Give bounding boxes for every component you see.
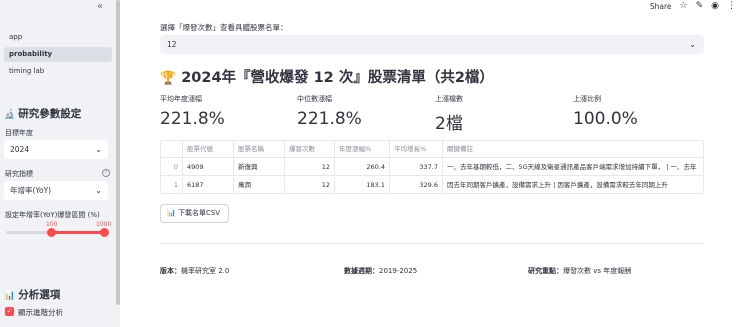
chevron-down-icon: ⌄ [689, 40, 696, 49]
cell-code: 6187 [183, 177, 234, 193]
nav-item-probability[interactable]: probability [4, 47, 112, 62]
settings-heading: 🔬 研究參數設定 [4, 106, 81, 121]
nav-item-app[interactable]: app [4, 30, 112, 45]
cell-note: 因去年同期客戶擴產，設備需求上升 | 因客戶擴產，設備需求較去年同期上升 [447, 181, 668, 189]
cell-index: 1 [161, 177, 183, 193]
top-toolbar: Share ☆ ✎ ◉ ⋮ [650, 0, 736, 12]
count-select-label: 選擇「爆發次數」查看具體股票名單： [160, 23, 288, 32]
metric-label: 平均年度漲幅 [160, 95, 202, 103]
footer-focus-label: 研究重點： [528, 267, 563, 275]
column-header-avg-growth[interactable]: 平均增長% [390, 141, 443, 158]
chevron-down-icon: ⌄ [95, 186, 102, 195]
range-slider-max-handle[interactable] [99, 228, 109, 237]
cell-name: 萬潤 [234, 177, 285, 193]
metric-select-value: 年增率(YoY) [10, 186, 52, 195]
cell-count: 12 [285, 159, 335, 176]
analysis-title: 分析選項 [18, 289, 61, 301]
sidebar-scrollbar[interactable] [116, 0, 120, 305]
footer-period-value: 2019-2025 [379, 267, 418, 275]
nav-item-timing-lab[interactable]: timing lab [4, 64, 112, 79]
metric-value: 221.8% [297, 109, 362, 129]
cell-count: 12 [285, 177, 335, 193]
metric-select[interactable]: 年增率(YoY) ⌄ [4, 181, 108, 200]
count-select-value: 12 [167, 40, 177, 49]
footer-period: 數據週期：2019-2025 [344, 266, 417, 276]
metric-label: 上漲比例 [573, 95, 601, 103]
chevron-down-icon: ⌄ [95, 145, 102, 154]
column-header-code[interactable]: 股票代號 [183, 141, 234, 158]
range-label: 設定年增率(YoY)爆發區間 (%) [5, 211, 100, 219]
microscope-icon: 🔬 [4, 110, 16, 120]
footer-focus: 研究重點：爆發次數 vs 年度報酬 [528, 266, 631, 276]
year-select[interactable]: 2024 ⌄ [4, 140, 108, 159]
advanced-analysis-label: 顯示進階分析 [18, 308, 63, 317]
column-header-note[interactable]: 關鍵備註 [443, 141, 703, 158]
table-row[interactable]: 0 4909 新復興 12 260.4 337.7 一、去年基期較低，二、5G天線及衛星通訊… [161, 159, 703, 176]
cell-note: 一、去年基期較低，二、5G天線及衛星通訊產品客戶端需求增加持續下單， | 一、去… [447, 163, 697, 171]
stock-table[interactable]: 股票代號 股票名稱 爆發次數 年度漲幅% 平均增長% 關鍵備註 0 4909 新復興 12 260.… [160, 140, 704, 194]
download-csv-label: 下載名單CSV [177, 209, 221, 217]
count-select[interactable]: 12 ⌄ [160, 35, 704, 54]
sidebar: « app probability timing lab 🔬 研究參數設定 目標年… [0, 0, 120, 327]
metric-value: 221.8% [160, 109, 225, 129]
metric-label: 上漲檔數 [435, 95, 463, 103]
star-icon[interactable]: ☆ [680, 1, 688, 11]
column-header-gain[interactable]: 年度漲幅% [335, 141, 390, 158]
metric-label: 研究指標 [5, 170, 33, 178]
footer-version: 版本：機率研究室 2.0 [160, 266, 229, 276]
edit-icon[interactable]: ✎ [696, 1, 704, 11]
range-max-value: 1000 [96, 221, 112, 228]
range-slider-track[interactable] [6, 228, 109, 237]
advanced-analysis-checkbox[interactable]: ✓ [5, 307, 14, 316]
table-row[interactable]: 1 6187 萬潤 12 183.1 329.6 因去年同期客戶擴產，設備需求上升 | 因客… [161, 177, 703, 193]
help-icon[interactable]: ? [102, 169, 110, 177]
bar-chart-icon: 📊 [4, 291, 16, 301]
cell-code: 4909 [183, 159, 234, 176]
metric-up-count: 上漲檔數 2檔 [435, 94, 565, 134]
trophy-icon: 🏆 [160, 71, 177, 86]
metric-median-gain: 中位數漲幅 221.8% [297, 94, 427, 129]
column-header-index[interactable] [161, 141, 183, 158]
download-csv-button[interactable]: 📊 下載名單CSV [160, 204, 229, 223]
metric-value: 2檔 [435, 114, 463, 134]
range-min-value: 100 [46, 221, 58, 228]
github-icon[interactable]: ◉ [711, 1, 719, 11]
menu-icon[interactable]: ⋮ [727, 1, 736, 11]
range-slider-min-handle[interactable] [47, 228, 57, 237]
cell-index: 0 [161, 159, 183, 176]
collapse-sidebar-icon[interactable]: « [97, 1, 103, 12]
analysis-heading: 📊 分析選項 [4, 287, 60, 302]
year-label: 目標年度 [5, 129, 33, 137]
settings-title: 研究參數設定 [18, 108, 82, 120]
metric-up-ratio: 上漲比例 100.0% [573, 94, 703, 129]
metric-avg-gain: 平均年度漲幅 221.8% [160, 94, 290, 129]
footer-version-label: 版本： [160, 267, 181, 275]
year-select-value: 2024 [10, 145, 30, 154]
footer-focus-value: 爆發次數 vs 年度報酬 [563, 267, 632, 275]
table-header-row[interactable]: 股票代號 股票名稱 爆發次數 年度漲幅% 平均增長% 關鍵備註 [161, 141, 703, 158]
cell-gain: 183.1 [335, 177, 390, 193]
column-header-count[interactable]: 爆發次數 [285, 141, 335, 158]
footer-version-value: 機率研究室 2.0 [181, 267, 230, 275]
page-title: 🏆 2024年『營收爆發 12 次』股票清單（共2檔） [160, 66, 494, 87]
share-button[interactable]: Share [650, 2, 672, 11]
metric-value: 100.0% [573, 109, 638, 129]
cell-name: 新復興 [234, 159, 285, 176]
footer-period-label: 數據週期： [344, 267, 379, 275]
cell-avg-growth: 337.7 [390, 159, 443, 176]
cell-avg-growth: 329.6 [390, 177, 443, 193]
download-icon: 📊 [167, 209, 176, 217]
sidebar-nav: app probability timing lab [4, 30, 112, 81]
range-slider-fill [51, 231, 105, 234]
cell-gain: 260.4 [335, 159, 390, 176]
metric-label: 中位數漲幅 [297, 95, 332, 103]
footer-divider [160, 243, 704, 244]
page-title-text: 2024年『營收爆發 12 次』股票清單（共2檔） [181, 70, 494, 86]
column-header-name[interactable]: 股票名稱 [234, 141, 285, 158]
